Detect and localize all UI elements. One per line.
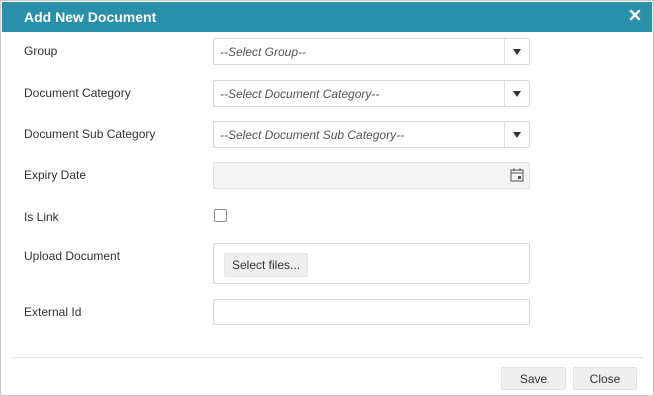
add-document-dialog: Add New Document Group --Select Group-- … [0, 0, 654, 396]
calendar-icon[interactable] [510, 168, 524, 182]
group-dropdown-toggle[interactable] [504, 39, 529, 64]
is-link-checkbox[interactable] [214, 209, 227, 222]
group-select[interactable]: --Select Group-- [213, 38, 530, 65]
close-button[interactable]: Close [573, 367, 637, 390]
external-id-input[interactable] [213, 299, 530, 325]
document-sub-category-label: Document Sub Category [24, 127, 156, 141]
upload-document-label: Upload Document [24, 249, 121, 263]
document-category-dropdown-toggle[interactable] [504, 81, 529, 106]
footer-divider [11, 357, 643, 358]
chevron-down-icon [513, 91, 521, 97]
expiry-date-input[interactable] [213, 162, 530, 189]
external-id-label: External Id [24, 305, 82, 319]
document-category-label: Document Category [24, 86, 131, 100]
dialog-titlebar: Add New Document [2, 2, 652, 32]
save-button[interactable]: Save [501, 367, 566, 390]
group-select-value: --Select Group-- [220, 45, 307, 59]
document-sub-category-select[interactable]: --Select Document Sub Category-- [213, 121, 530, 148]
dialog-title: Add New Document [24, 9, 157, 25]
chevron-down-icon [513, 132, 521, 138]
chevron-down-icon [513, 49, 521, 55]
group-label: Group [24, 44, 58, 58]
select-files-button[interactable]: Select files... [224, 253, 309, 277]
upload-dropzone[interactable]: Select files... [213, 243, 530, 284]
document-category-select-value: --Select Document Category-- [220, 87, 380, 101]
expiry-date-label: Expiry Date [24, 168, 87, 182]
document-category-select[interactable]: --Select Document Category-- [213, 80, 530, 107]
is-link-label: Is Link [24, 210, 59, 224]
document-sub-category-dropdown-toggle[interactable] [504, 122, 529, 147]
close-icon[interactable] [628, 8, 642, 22]
document-sub-category-select-value: --Select Document Sub Category-- [220, 128, 405, 142]
